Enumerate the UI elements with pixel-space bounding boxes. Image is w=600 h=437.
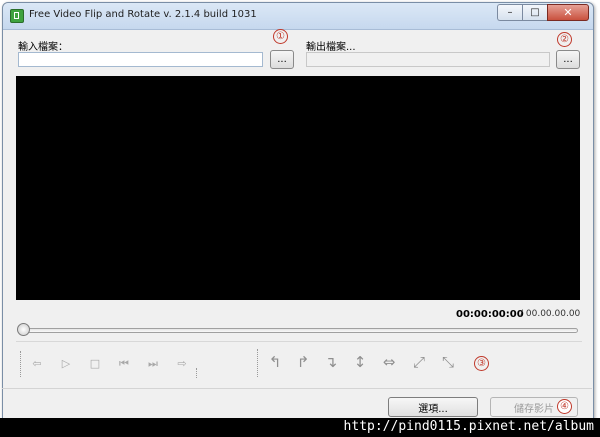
- flip-vertical-icon[interactable]: ↕: [349, 351, 371, 373]
- options-button[interactable]: 選項...: [388, 397, 478, 417]
- transform-group-separator: [257, 349, 258, 377]
- rotate-left-icon[interactable]: ↰: [264, 351, 286, 373]
- annotation-marker-1: ①: [273, 29, 288, 44]
- seek-bar[interactable]: [20, 328, 578, 333]
- playback-group-separator-left: [20, 351, 21, 377]
- app-icon: [10, 9, 24, 23]
- playback-group-separator-right: [196, 368, 197, 378]
- output-file-field[interactable]: [306, 52, 550, 67]
- seek-thumb[interactable]: [17, 323, 30, 336]
- step-forward-icon[interactable]: ⇨: [174, 355, 190, 371]
- input-file-label: 輸入檔案：: [18, 42, 68, 53]
- output-file-label: 輸出檔案...: [306, 42, 356, 53]
- footer-divider: [2, 388, 592, 389]
- input-file-field[interactable]: [18, 52, 263, 67]
- watermark-text: http://pind0115.pixnet.net/album: [343, 419, 594, 434]
- stop-icon[interactable]: □: [87, 355, 103, 371]
- maximize-button[interactable]: □: [522, 4, 547, 21]
- title-bar[interactable]: Free Video Flip and Rotate v. 2.1.4 buil…: [3, 3, 593, 30]
- video-preview: [16, 76, 580, 300]
- rotate-180-icon[interactable]: ↴: [320, 351, 342, 373]
- divider: [16, 341, 582, 342]
- caption-buttons: – □ ✕: [497, 4, 589, 22]
- transpose-icon[interactable]: ⤢: [408, 351, 430, 373]
- next-frame-icon[interactable]: ⏭: [145, 355, 161, 371]
- annotation-marker-3: ③: [474, 356, 489, 371]
- minimize-button[interactable]: –: [497, 4, 522, 21]
- output-browse-button[interactable]: ...: [556, 50, 580, 69]
- flip-horizontal-icon[interactable]: ⇔: [378, 351, 400, 373]
- step-back-icon[interactable]: ⇦: [29, 355, 45, 371]
- watermark-bar: http://pind0115.pixnet.net/album: [0, 418, 600, 437]
- current-time: 00:00:00:00: [456, 309, 524, 320]
- annotation-marker-2: ②: [557, 32, 572, 47]
- total-time: / 00.00.00.00: [520, 309, 581, 319]
- previous-frame-icon[interactable]: ⏮: [116, 355, 132, 371]
- annotation-marker-4: ④: [557, 399, 572, 414]
- transverse-icon[interactable]: ⤡: [437, 351, 459, 373]
- rotate-right-icon[interactable]: ↱: [292, 351, 314, 373]
- window-title: Free Video Flip and Rotate v. 2.1.4 buil…: [29, 9, 257, 20]
- input-browse-button[interactable]: ...: [270, 50, 294, 69]
- close-button[interactable]: ✕: [547, 4, 589, 21]
- play-icon[interactable]: ▷: [58, 355, 74, 371]
